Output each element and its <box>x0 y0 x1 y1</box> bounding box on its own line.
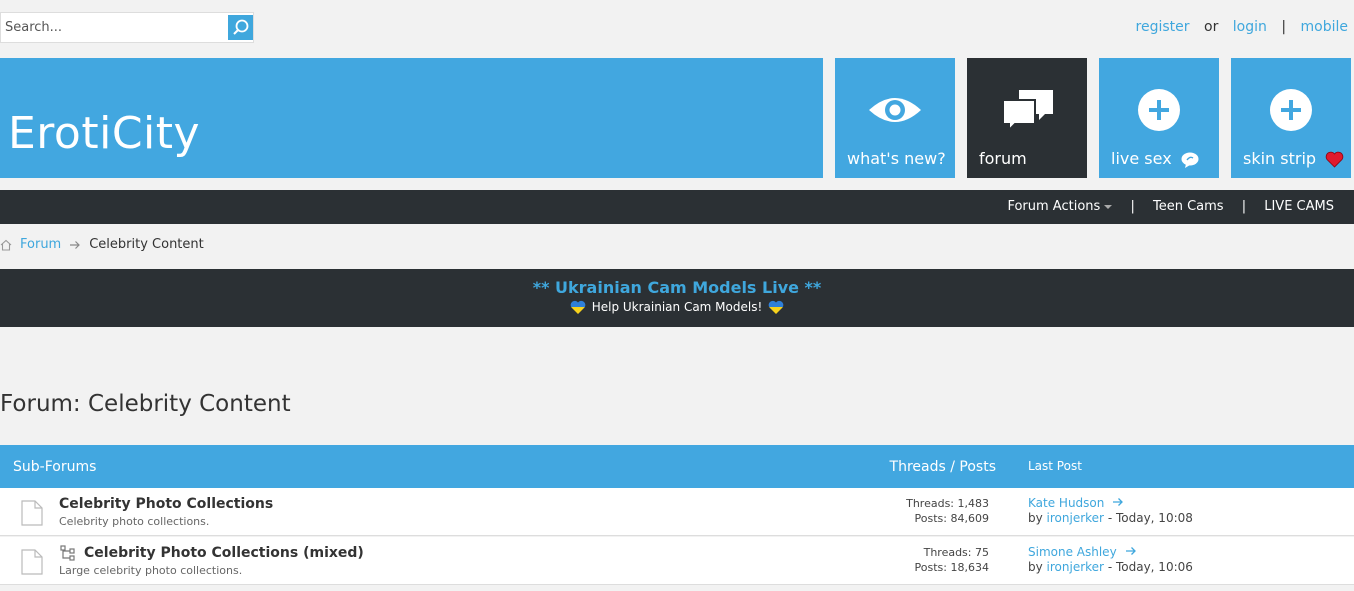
last-post-title[interactable]: Kate Hudson <box>1028 496 1104 510</box>
site-header: ErotiCity <box>0 58 823 178</box>
login-link[interactable]: login <box>1233 19 1267 35</box>
breadcrumb-current: Celebrity Content <box>89 237 204 252</box>
home-icon[interactable] <box>0 239 12 251</box>
by-text: by <box>1028 560 1043 574</box>
last-post-time: - Today, 10:06 <box>1107 560 1193 574</box>
last-post-user[interactable]: ironjerker <box>1047 560 1104 574</box>
forum-stats: Threads: 1,483 Posts: 84,609 <box>906 496 989 526</box>
subforums-header: Sub-Forums Threads / Posts Last Post <box>0 445 1354 488</box>
tile-label: live sex <box>1111 149 1199 168</box>
last-post: Kate Hudson by ironjerker - Today, 10:08 <box>1028 496 1193 526</box>
ukraine-heart-icon <box>570 300 586 315</box>
heart-icon <box>1325 151 1344 168</box>
forum-actions-menu[interactable]: Forum Actions <box>1007 199 1113 214</box>
breadcrumb: Forum Celebrity Content <box>0 237 204 252</box>
live-cams-link[interactable]: LIVE CAMS <box>1264 199 1334 214</box>
site-logo[interactable]: ErotiCity <box>8 108 200 159</box>
banner-subtitle-text: Help Ukrainian Cam Models! <box>591 300 763 314</box>
arrow-right-icon <box>70 240 81 249</box>
tile-live-sex[interactable]: live sex <box>1099 58 1219 178</box>
search-icon <box>233 19 249 35</box>
last-post-time: - Today, 10:08 <box>1107 511 1193 525</box>
by-text: by <box>1028 511 1043 525</box>
post-count: Posts: 84,609 <box>914 512 989 525</box>
banner-title[interactable]: ** Ukrainian Cam Models Live ** <box>0 278 1354 297</box>
thread-count: Threads: 1,483 <box>906 497 989 510</box>
ukraine-heart-icon <box>768 300 784 315</box>
speech-bubble-icon <box>1181 152 1199 168</box>
forum-row: Celebrity Photo Collections (mixed) Larg… <box>0 537 1354 585</box>
register-link[interactable]: register <box>1136 19 1190 35</box>
plus-circle-icon <box>1138 89 1180 131</box>
teen-cams-link[interactable]: Teen Cams <box>1153 199 1224 214</box>
caret-down-icon <box>1104 204 1113 209</box>
forum-title[interactable]: Celebrity Photo Collections (mixed) <box>84 545 364 561</box>
forum-row: Celebrity Photo Collections Celebrity ph… <box>0 488 1354 536</box>
nav-separator: | <box>1130 199 1135 214</box>
search-input[interactable] <box>3 15 227 40</box>
eye-icon <box>869 98 921 122</box>
tile-label: what's new? <box>847 149 946 168</box>
document-icon <box>21 500 43 526</box>
tile-label: skin strip <box>1243 149 1344 168</box>
thread-count: Threads: 75 <box>923 546 989 559</box>
forum-description: Celebrity photo collections. <box>59 515 210 528</box>
mobile-link[interactable]: mobile <box>1301 19 1348 35</box>
subforum-tree-icon <box>60 545 75 561</box>
document-icon <box>21 549 43 575</box>
chat-bubbles-icon <box>1002 90 1053 133</box>
post-count: Posts: 18,634 <box>914 561 989 574</box>
col-subforums: Sub-Forums <box>13 459 97 475</box>
last-post-user[interactable]: ironjerker <box>1047 511 1104 525</box>
banner-subtitle: Help Ukrainian Cam Models! <box>0 300 1354 315</box>
tile-forum[interactable]: forum <box>967 58 1087 178</box>
col-last-post: Last Post <box>1028 459 1082 473</box>
nav-bar: Forum Actions | Teen Cams | LIVE CAMS <box>0 190 1354 224</box>
col-threads-posts: Threads / Posts <box>889 459 996 475</box>
forum-description: Large celebrity photo collections. <box>59 564 243 577</box>
forum-stats: Threads: 75 Posts: 18,634 <box>915 545 989 575</box>
or-text: or <box>1204 19 1219 35</box>
go-to-post-icon[interactable] <box>1125 546 1137 556</box>
forum-actions-label: Forum Actions <box>1007 199 1101 214</box>
nav-separator: | <box>1241 199 1247 214</box>
search-button[interactable] <box>228 15 253 40</box>
forum-title[interactable]: Celebrity Photo Collections <box>59 496 273 512</box>
promo-banner[interactable]: ** Ukrainian Cam Models Live ** Help Ukr… <box>0 269 1354 327</box>
tile-whats-new[interactable]: what's new? <box>835 58 955 178</box>
plus-circle-icon <box>1270 89 1312 131</box>
tile-label: forum <box>979 149 1027 168</box>
last-post: Simone Ashley by ironjerker - Today, 10:… <box>1028 545 1193 575</box>
breadcrumb-forum[interactable]: Forum <box>20 237 61 252</box>
last-post-title[interactable]: Simone Ashley <box>1028 545 1117 559</box>
tile-label-text: skin strip <box>1243 149 1317 168</box>
go-to-post-icon[interactable] <box>1112 497 1124 507</box>
tile-skin-strip[interactable]: skin strip <box>1231 58 1351 178</box>
tile-label-text: live sex <box>1111 149 1172 168</box>
auth-separator: | <box>1281 19 1287 35</box>
page-title: Forum: Celebrity Content <box>0 391 291 417</box>
search-box <box>0 12 254 43</box>
auth-links: register or login | mobile <box>1136 19 1348 35</box>
